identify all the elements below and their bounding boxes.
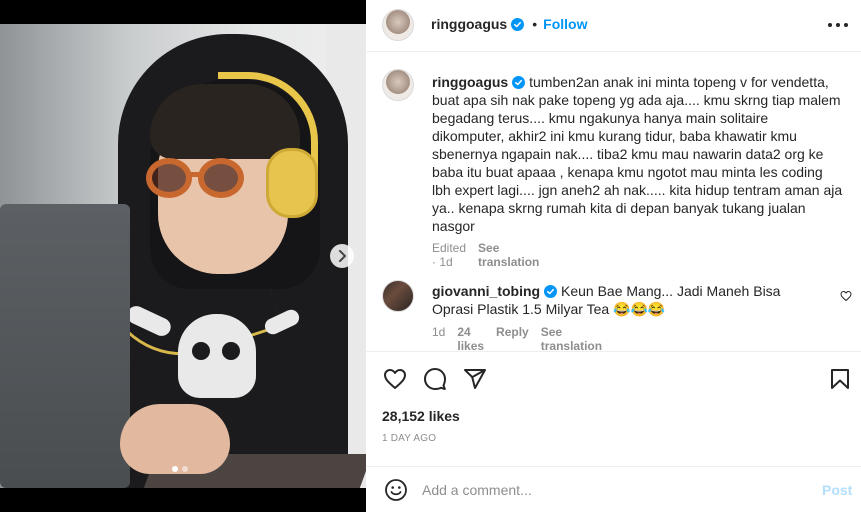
comments-section: ringgoagus tumben2an anak ini minta tope…: [366, 53, 861, 351]
caption-username[interactable]: ringgoagus: [432, 74, 508, 90]
carousel-indicator: [172, 466, 188, 472]
post-date[interactable]: 1 DAY AGO: [382, 433, 436, 444]
carousel-dot: [182, 466, 188, 472]
caption-text: tumben2an anak ini minta topeng v for ve…: [432, 74, 843, 234]
share-icon[interactable]: [463, 367, 487, 391]
photo-skull-eye-right: [222, 342, 240, 360]
post-header: ringgoagus • Follow: [366, 0, 861, 52]
carousel-next-button[interactable]: [330, 244, 354, 268]
post-author: ringgoagus • Follow: [431, 16, 587, 32]
heart-icon[interactable]: [383, 367, 407, 391]
photo-laptop: [0, 204, 130, 488]
photo-sunglasses-bridge: [188, 172, 202, 177]
caption-meta: Edited · 1d See translation: [432, 241, 539, 269]
comment-see-translation[interactable]: See translation: [541, 325, 602, 351]
photo-headphone-cup: [266, 148, 318, 218]
photo-sunglasses-left: [146, 158, 192, 198]
like-count[interactable]: 28,152 likes: [382, 408, 460, 424]
comment-like-heart-icon[interactable]: [840, 290, 852, 302]
comment-username[interactable]: giovanni_tobing: [432, 283, 540, 299]
comment-input[interactable]: [422, 479, 802, 501]
follow-button[interactable]: Follow: [543, 16, 587, 32]
bookmark-icon[interactable]: [828, 367, 852, 391]
comment-meta: 1d 24 likes Reply See translation: [432, 325, 602, 351]
comment-time: 1d: [432, 325, 446, 339]
carousel-dot-active: [172, 466, 178, 472]
author-username[interactable]: ringgoagus: [431, 16, 507, 32]
chevron-right-icon: [339, 250, 346, 262]
comment-body: giovanni_tobing Keun Bae Mang... Jadi Ma…: [432, 282, 822, 318]
photo-hand: [120, 404, 230, 474]
comment-icon[interactable]: [423, 367, 447, 391]
comment-likes[interactable]: 24 likes: [457, 325, 484, 351]
comment-reply-button[interactable]: Reply: [496, 325, 529, 351]
photo-skull-print: [178, 314, 256, 398]
avatar[interactable]: [382, 9, 414, 41]
post-comment-button[interactable]: Post: [822, 482, 852, 498]
more-icon[interactable]: [828, 17, 848, 33]
avatar[interactable]: [382, 69, 414, 101]
post-photo[interactable]: [0, 24, 366, 488]
caption-see-translation[interactable]: See translation: [478, 241, 539, 269]
caption-edited: Edited · 1d: [432, 241, 467, 269]
photo-sunglasses-right: [198, 158, 244, 198]
emoji-icon[interactable]: [384, 478, 408, 502]
post-side-panel: ringgoagus • Follow ringgoagus tumben2an…: [366, 0, 861, 512]
photo-skull-eye-left: [192, 342, 210, 360]
add-comment-bar: Post: [366, 466, 861, 512]
caption-body: ringgoagus tumben2an anak ini minta tope…: [432, 73, 844, 235]
verified-icon: [511, 17, 525, 31]
verified-icon: [544, 285, 558, 298]
post-media: [0, 0, 366, 512]
avatar[interactable]: [382, 280, 414, 312]
verified-icon: [512, 76, 526, 89]
separator-dot: •: [532, 16, 538, 32]
